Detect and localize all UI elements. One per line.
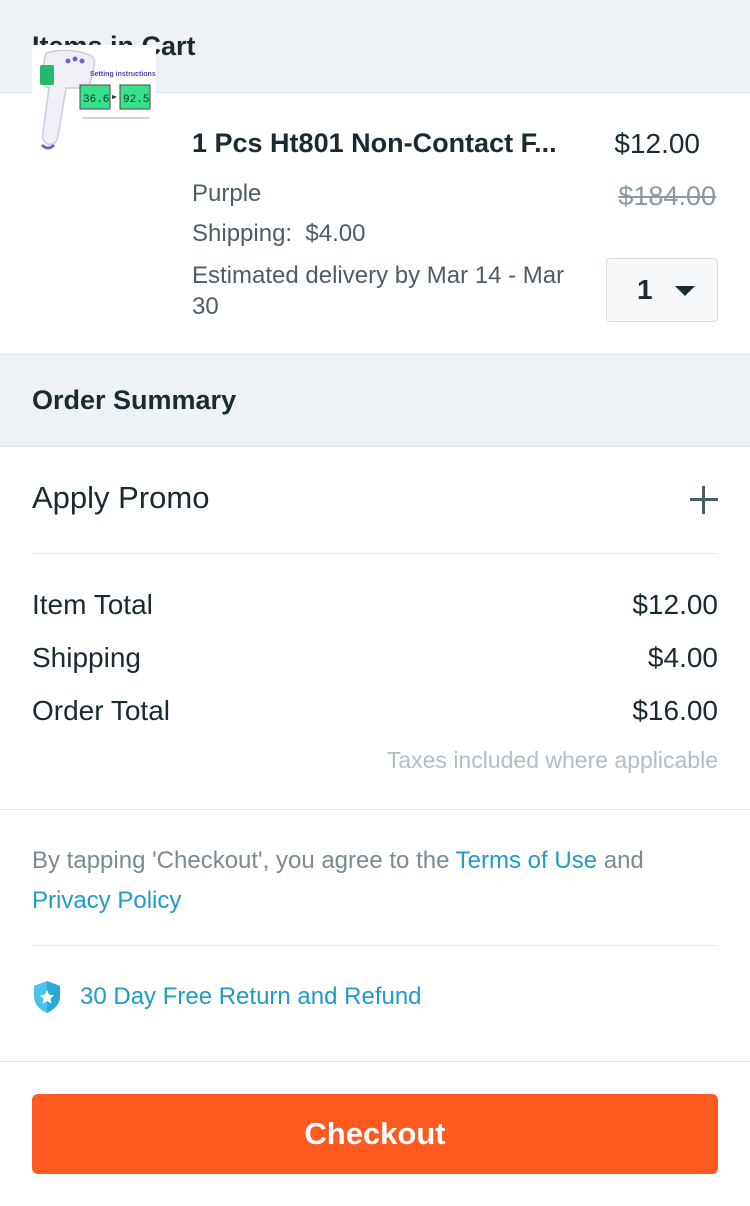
- taxes-note: Taxes included where applicable: [386, 747, 718, 773]
- plus-icon[interactable]: [690, 486, 718, 514]
- terms-of-use-link[interactable]: Terms of Use: [456, 847, 597, 874]
- thumbnail-caption: Setting instructions: [90, 71, 156, 78]
- order-total-value: $16.00: [632, 695, 718, 726]
- order-total-label: Order Total: [32, 695, 170, 726]
- free-return-refund-link[interactable]: 30 Day Free Return and Refund: [80, 983, 422, 1011]
- item-total-label: Item Total: [32, 589, 153, 620]
- item-total-value: $12.00: [632, 589, 718, 620]
- order-summary-header: Order Summary: [0, 354, 750, 447]
- thumbnail-reading-right: 92.5: [123, 94, 149, 106]
- product-title[interactable]: 1 Pcs Ht801 Non-Contact F...: [192, 128, 587, 159]
- quantity-select[interactable]: 1: [606, 258, 718, 322]
- order-summary-title: Order Summary: [32, 385, 237, 415]
- privacy-policy-link[interactable]: Privacy Policy: [32, 887, 181, 914]
- thumbnail-reading-left: 36.6: [83, 94, 109, 106]
- product-shipping-label: Shipping:: [192, 220, 293, 247]
- product-variant: Purple: [192, 180, 262, 207]
- checkout-button-label: Checkout: [304, 1116, 446, 1151]
- terms-conjunction: and: [603, 847, 644, 874]
- product-price: $12.00: [614, 128, 700, 159]
- terms-text: By tapping 'Checkout', you agree to the …: [32, 841, 722, 921]
- product-shipping: Shipping: $4.00: [192, 220, 365, 248]
- divider: [32, 945, 718, 946]
- terms-prefix: By tapping 'Checkout', you agree to the: [32, 847, 450, 874]
- shield-icon: [34, 981, 60, 1013]
- quantity-value: 1: [637, 274, 653, 305]
- product-original-price: $184.00: [618, 181, 716, 211]
- product-thumbnail[interactable]: Setting instructions 36.6 92.5: [32, 45, 156, 161]
- divider: [0, 1061, 750, 1062]
- divider: [0, 809, 750, 810]
- estimated-delivery: Estimated delivery by Mar 14 - Mar 30: [192, 262, 565, 320]
- shipping-value: $4.00: [647, 642, 718, 673]
- divider: [32, 553, 718, 554]
- chevron-down-icon: [675, 286, 695, 296]
- checkout-button[interactable]: Checkout: [32, 1094, 718, 1174]
- shipping-label: Shipping: [32, 642, 141, 673]
- apply-promo-label[interactable]: Apply Promo: [32, 480, 209, 516]
- product-shipping-value: $4.00: [305, 220, 366, 247]
